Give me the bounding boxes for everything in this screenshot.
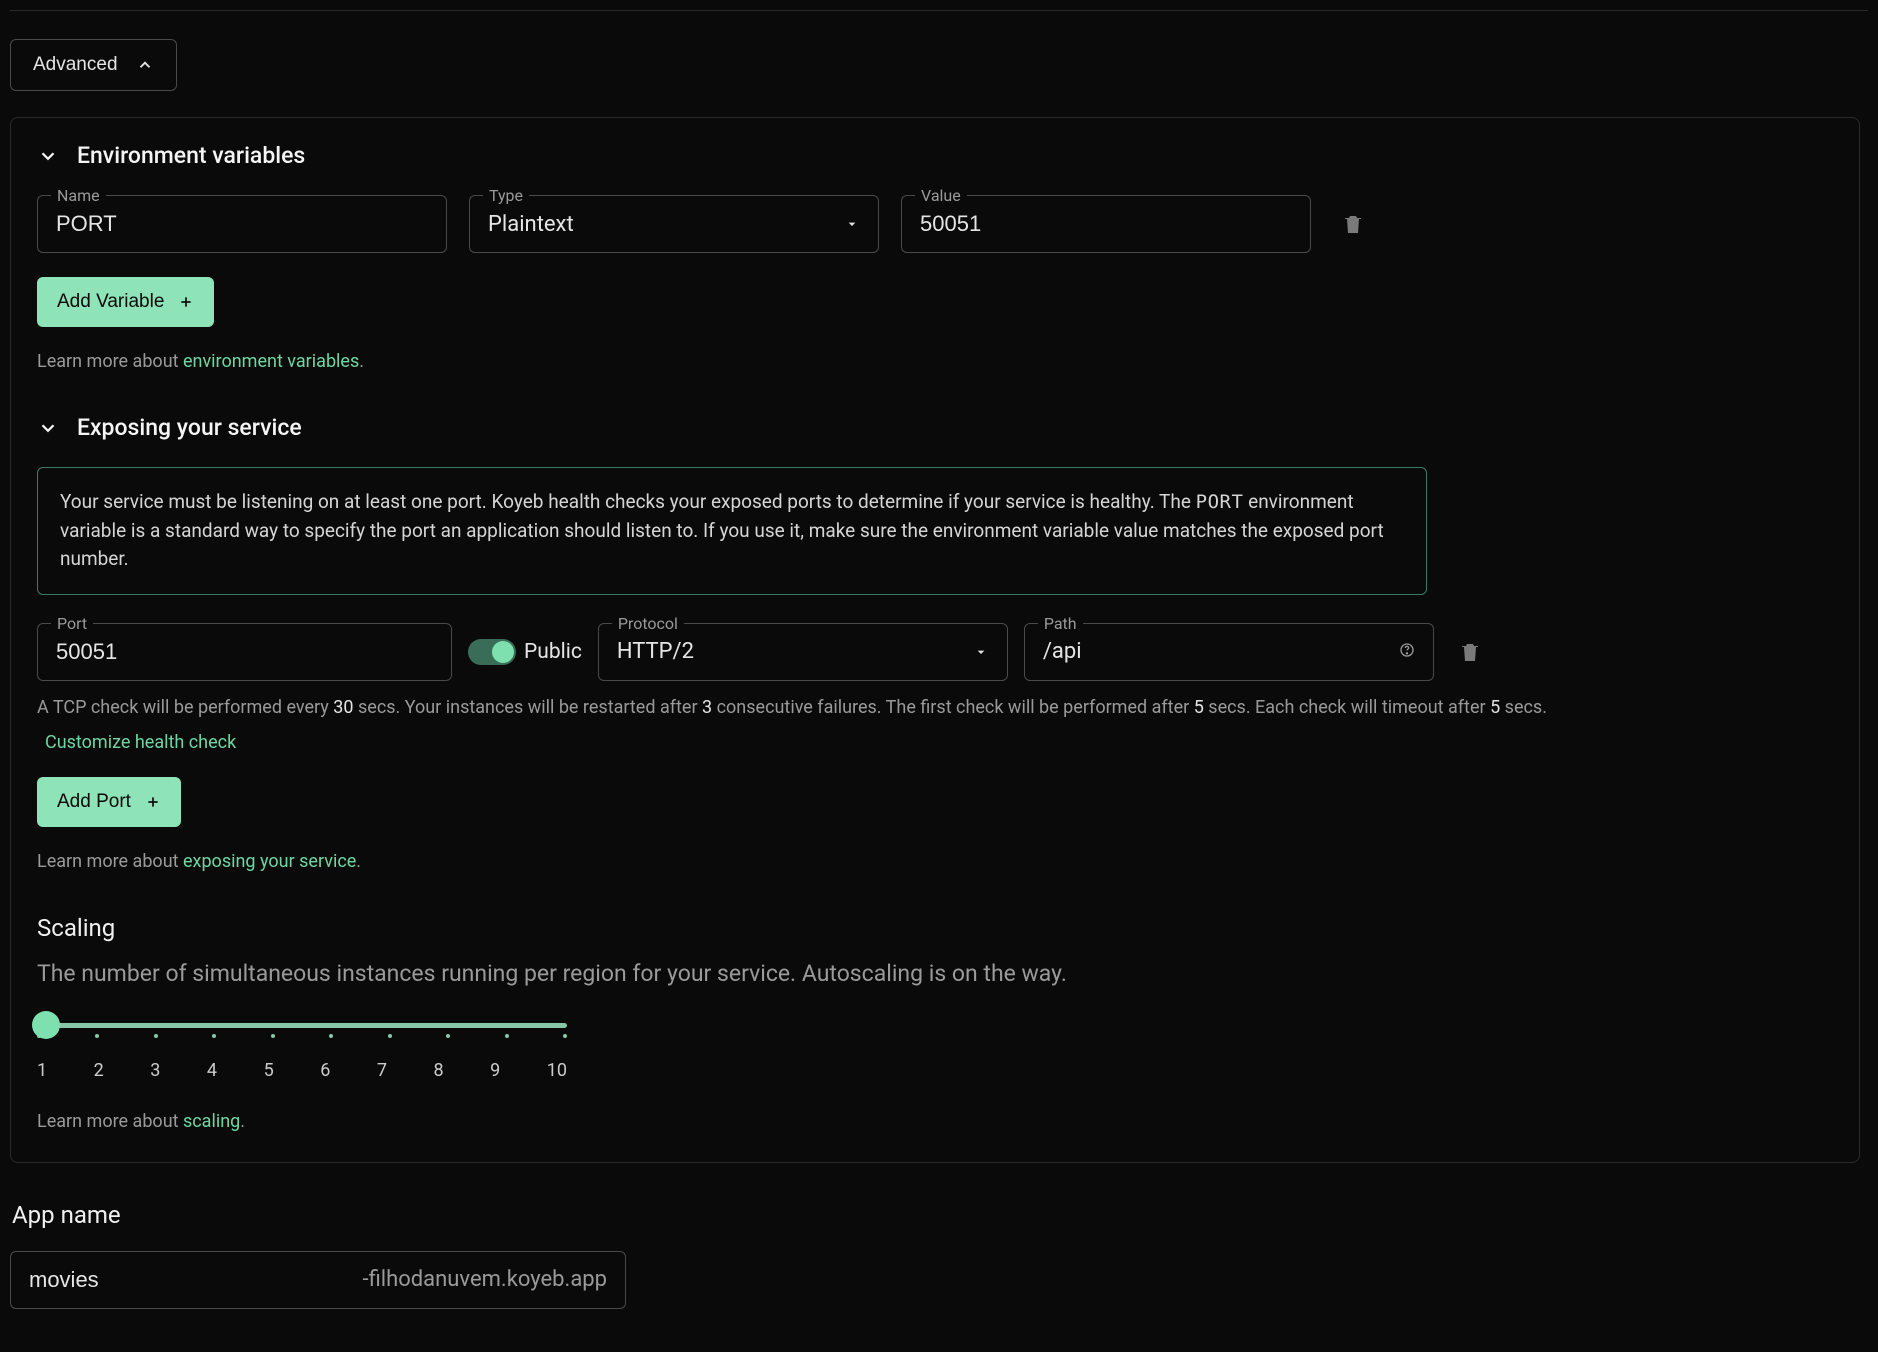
app-name-suffix: -filhodanuvem.koyeb.app (362, 1267, 607, 1292)
port-row: Port Public Protocol HTTP/2 Path /api (37, 623, 1833, 681)
expose-info-box: Your service must be listening on at lea… (37, 467, 1427, 595)
path-label: Path (1038, 614, 1083, 633)
add-port-button[interactable]: Add Port (37, 777, 181, 827)
port-input[interactable] (37, 623, 452, 681)
env-learn-more: Learn more about environment variables. (37, 351, 1833, 372)
env-delete-button[interactable] (1333, 195, 1373, 253)
public-toggle[interactable] (468, 639, 516, 665)
scaling-subtitle: The number of simultaneous instances run… (37, 960, 1833, 987)
plus-icon (178, 294, 194, 310)
port-code: PORT (1196, 491, 1244, 513)
add-variable-button[interactable]: Add Variable (37, 277, 214, 327)
port-label: Port (51, 614, 93, 633)
app-name-input[interactable] (29, 1267, 362, 1293)
scaling-learn-link[interactable]: scaling (183, 1111, 240, 1132)
port-delete-button[interactable] (1450, 623, 1490, 681)
env-type-field: Type Plaintext (469, 195, 879, 253)
path-field: Path /api (1024, 623, 1434, 681)
env-name-label: Name (51, 186, 106, 205)
env-value-label: Value (915, 186, 967, 205)
env-type-select[interactable]: Plaintext (469, 195, 879, 253)
trash-icon (1458, 639, 1482, 665)
protocol-label: Protocol (612, 614, 684, 633)
caret-down-icon (973, 644, 989, 660)
add-port-label: Add Port (57, 791, 131, 813)
env-learn-link[interactable]: environment variables (183, 351, 359, 372)
path-input-wrap[interactable]: /api (1024, 623, 1434, 681)
env-title: Environment variables (77, 142, 305, 169)
expose-section-header[interactable]: Exposing your service (37, 414, 1833, 441)
env-row: Name Type Plaintext Value (37, 195, 1833, 253)
scaling-title: Scaling (37, 914, 1833, 942)
trash-icon (1341, 211, 1365, 237)
env-name-field: Name (37, 195, 447, 253)
chevron-down-icon (37, 417, 59, 439)
chevron-up-icon (136, 56, 154, 74)
expose-learn-more: Learn more about exposing your service. (37, 851, 1833, 872)
customize-health-check-link[interactable]: Customize health check (45, 732, 236, 753)
env-value-field: Value (901, 195, 1311, 253)
advanced-panel: Environment variables Name Type Plaintex… (10, 117, 1860, 1163)
health-check-text: A TCP check will be performed every 30 s… (37, 697, 1833, 718)
expose-title: Exposing your service (77, 414, 302, 441)
port-field: Port (37, 623, 452, 681)
add-variable-label: Add Variable (57, 291, 164, 313)
env-type-label: Type (483, 186, 529, 205)
public-label: Public (524, 640, 582, 664)
chevron-down-icon (37, 145, 59, 167)
slider-ticks (37, 1034, 567, 1038)
app-name-title: App name (12, 1201, 1868, 1229)
protocol-value: HTTP/2 (617, 639, 694, 664)
path-value: /api (1043, 639, 1082, 664)
scaling-slider[interactable]: 1 2 3 4 5 6 7 8 9 10 (37, 1023, 567, 1081)
protocol-field: Protocol HTTP/2 (598, 623, 1008, 681)
advanced-label: Advanced (33, 54, 118, 76)
env-section-header[interactable]: Environment variables (37, 142, 1833, 169)
slider-track (37, 1023, 567, 1028)
slider-labels: 1 2 3 4 5 6 7 8 9 10 (37, 1060, 567, 1081)
advanced-toggle-button[interactable]: Advanced (10, 39, 177, 91)
expose-learn-link[interactable]: exposing your service (183, 851, 356, 872)
help-icon[interactable] (1399, 639, 1415, 664)
caret-down-icon (844, 216, 860, 232)
plus-icon (145, 794, 161, 810)
app-name-field: -filhodanuvem.koyeb.app (10, 1251, 626, 1309)
env-type-value: Plaintext (488, 212, 574, 237)
slider-thumb[interactable] (32, 1011, 60, 1039)
public-toggle-wrap: Public (468, 623, 582, 681)
scaling-learn-more: Learn more about scaling. (37, 1111, 1833, 1132)
